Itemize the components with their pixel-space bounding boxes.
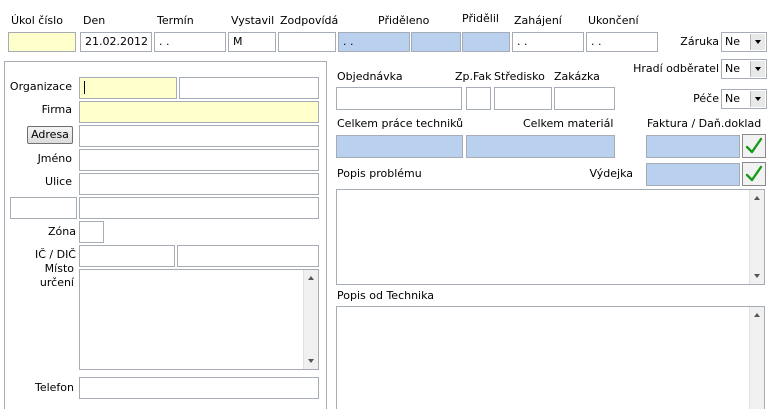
scroll-up-icon[interactable] (754, 313, 760, 317)
firma-field[interactable] (79, 101, 319, 123)
check-icon (745, 165, 763, 182)
label-telefon: Telefon (34, 381, 74, 394)
prideleno-time-field[interactable] (411, 32, 461, 52)
scroll-up-icon[interactable] (754, 196, 760, 200)
label-vystavil: Vystavil (231, 14, 275, 27)
ukonceni-field[interactable]: . . (586, 32, 658, 52)
hradi-odberatel-value: Ne (725, 62, 740, 75)
label-celkem-material: Celkem materiál (523, 117, 614, 130)
organizace-field[interactable] (79, 77, 177, 99)
adresa-button[interactable]: Adresa (27, 126, 73, 144)
label-objednavka: Objednávka (337, 70, 403, 83)
label-jmeno: Jméno (37, 152, 72, 165)
pece-select[interactable]: Ne (721, 89, 767, 109)
den-field[interactable]: 21.02.2012 (80, 32, 152, 52)
label-vydejka: Výdejka (589, 167, 633, 180)
zp-fak-field[interactable] (466, 87, 491, 110)
zakazka-field[interactable] (554, 87, 615, 110)
jmeno-field[interactable] (79, 149, 319, 171)
pridelil-field[interactable] (462, 32, 510, 52)
label-zahajeni: Zahájení (514, 14, 562, 27)
ulice-field[interactable] (79, 173, 319, 195)
label-faktura: Faktura / Daň.doklad (647, 117, 762, 130)
zaruka-select[interactable]: Ne (721, 32, 767, 52)
ukol-cislo-field[interactable] (8, 32, 76, 52)
check-icon (745, 137, 763, 154)
text-cursor (84, 81, 85, 94)
chevron-down-icon[interactable] (750, 34, 765, 50)
label-hradi-odberatel: Hradí odběratel (633, 62, 719, 75)
zaruka-value: Ne (725, 35, 740, 48)
label-zona: Zóna (48, 225, 76, 238)
label-pece: Péče (693, 92, 719, 105)
chevron-down-icon[interactable] (750, 61, 765, 77)
scrollbar[interactable] (749, 307, 764, 409)
faktura-field[interactable] (646, 135, 740, 158)
organizace-name-field[interactable] (179, 77, 319, 99)
label-urceni: určení (39, 276, 74, 289)
label-ic-dic: IČ / DIČ (34, 248, 76, 261)
popis-problemu-textarea[interactable] (336, 189, 765, 285)
celkem-prace-field[interactable] (336, 135, 463, 158)
label-stredisko: Středisko (494, 70, 545, 83)
label-popis-od-technika: Popis od Technika (337, 289, 435, 302)
telefon-field[interactable] (79, 377, 319, 399)
prideleno-field[interactable]: . . (338, 32, 410, 52)
misto-urceni-textarea[interactable] (79, 269, 319, 370)
label-popis-problemu: Popis problému (337, 167, 422, 180)
psc-field[interactable] (10, 197, 77, 219)
label-ukol-cislo: Úkol číslo (11, 14, 63, 27)
label-zodpovida: Zodpovídá (280, 14, 339, 27)
label-ukonceni: Ukončení (588, 14, 639, 27)
popis-od-technika-textarea[interactable] (336, 306, 765, 409)
vydejka-field[interactable] (646, 163, 740, 186)
scroll-down-icon[interactable] (754, 274, 760, 278)
mesto-field[interactable] (79, 197, 319, 219)
termin-field[interactable]: . . (154, 32, 226, 52)
stredisko-field[interactable] (494, 87, 552, 110)
vystavil-field[interactable]: M (228, 32, 276, 52)
faktura-confirm-button[interactable] (742, 134, 766, 158)
label-termin: Termín (157, 14, 194, 27)
label-den: Den (83, 14, 106, 27)
zahajeni-field[interactable]: . . (512, 32, 584, 52)
label-celkem-prace: Celkem práce techniků (337, 117, 464, 130)
zona-field[interactable] (79, 221, 104, 243)
label-zaruka: Záruka (680, 35, 719, 48)
adresa-field[interactable] (79, 125, 319, 147)
dic-field[interactable] (177, 245, 319, 267)
chevron-down-icon[interactable] (750, 91, 765, 107)
label-zakazka: Zakázka (554, 70, 600, 83)
vydejka-confirm-button[interactable] (742, 162, 766, 186)
scroll-down-icon[interactable] (308, 359, 314, 363)
pece-value: Ne (725, 92, 740, 105)
label-ulice: Ulice (45, 175, 72, 188)
label-misto: Místo (44, 262, 74, 275)
label-pridelil: Přidělil (462, 12, 499, 25)
celkem-material-field[interactable] (466, 135, 615, 158)
ic-field[interactable] (79, 245, 175, 267)
label-organizace: Organizace (9, 80, 72, 93)
zodpovida-field[interactable] (278, 32, 336, 52)
label-prideleno: Přiděleno (378, 14, 430, 27)
label-firma: Firma (41, 103, 72, 116)
label-zp-fak: Zp.Fak (455, 70, 492, 83)
scrollbar[interactable] (303, 270, 318, 369)
scrollbar[interactable] (749, 190, 764, 284)
objednavka-field[interactable] (336, 87, 462, 110)
hradi-odberatel-select[interactable]: Ne (721, 59, 767, 79)
scroll-up-icon[interactable] (308, 276, 314, 280)
